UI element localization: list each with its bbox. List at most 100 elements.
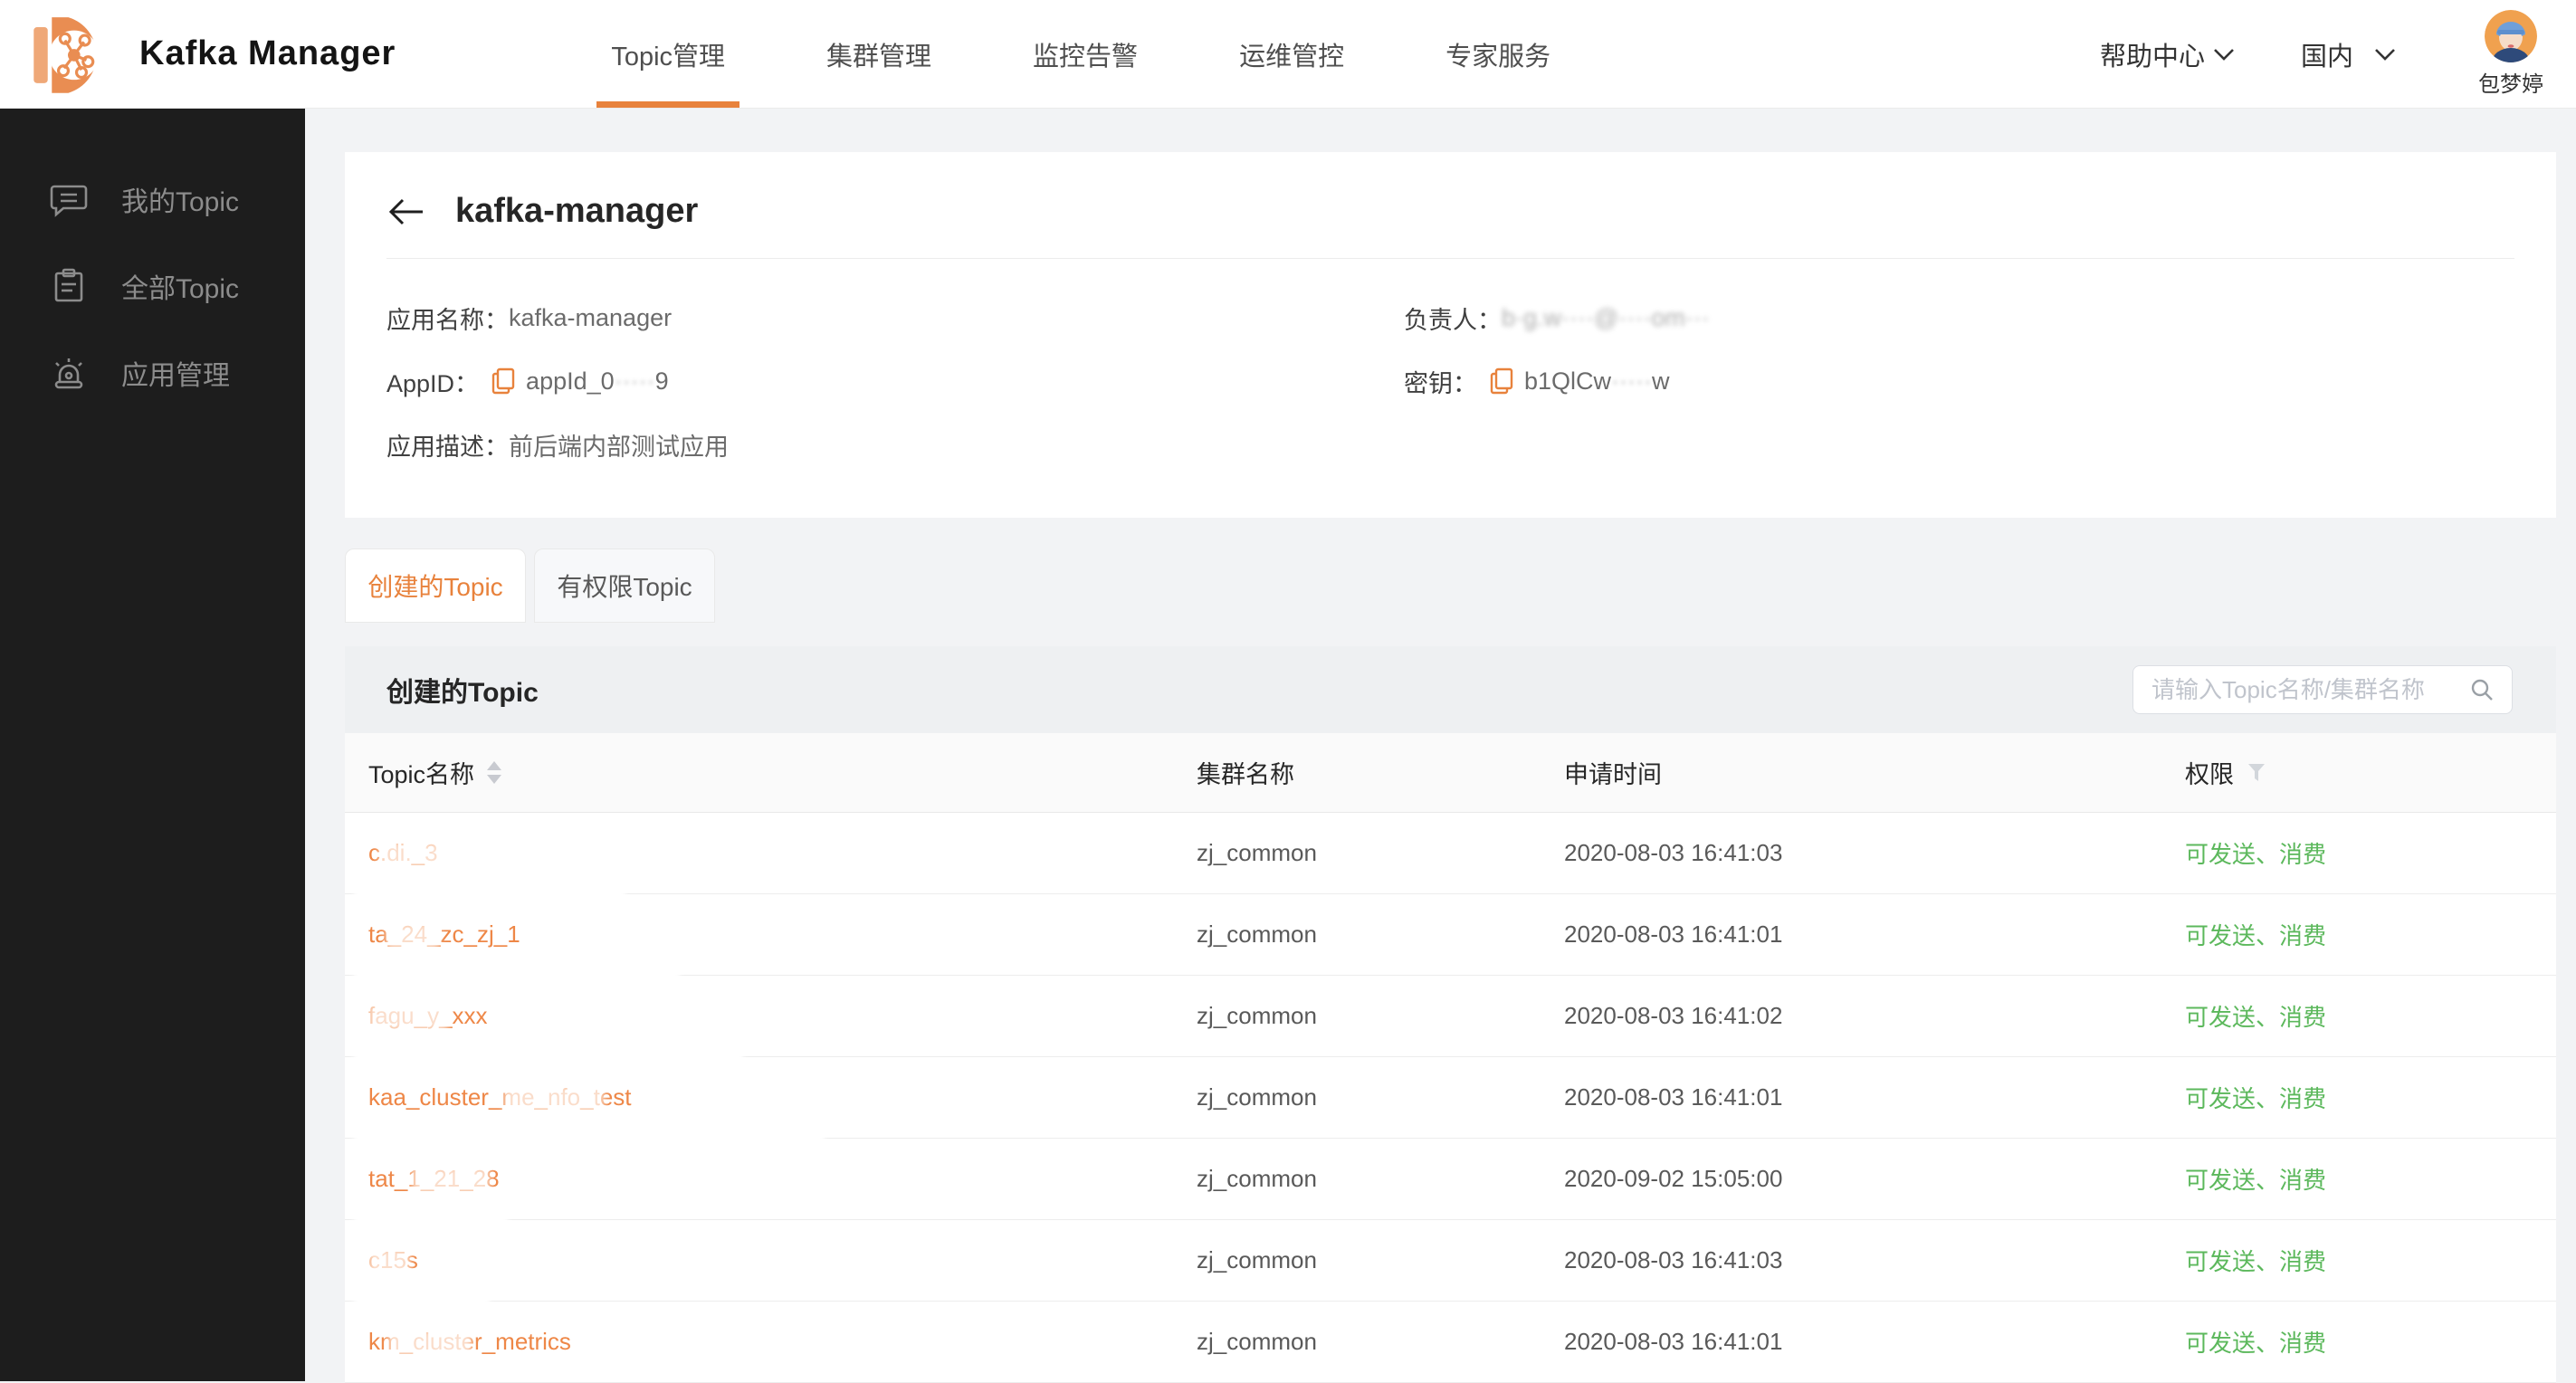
tab-authorized-topic[interactable]: 有权限Topic (534, 548, 715, 623)
permission-cell: 可发送、消费 (2185, 841, 2327, 868)
search-box (2132, 665, 2513, 714)
field-value: kafka-manager (509, 303, 673, 331)
filter-funnel-icon[interactable] (2247, 762, 2266, 784)
table-row: fagu_y_xxx zj_common 2020-08-03 16:41:02… (345, 976, 2556, 1057)
table-body: c.di._3 zj_common 2020-08-03 16:41:03 可发… (345, 813, 2556, 1383)
sort-icon[interactable] (487, 761, 502, 784)
column-permission: 权限 (2185, 755, 2556, 790)
siren-icon (54, 358, 83, 389)
secret-masked: ····· (1611, 367, 1652, 395)
sidebar-item-app-manage[interactable]: 应用管理 (0, 329, 305, 416)
cluster-cell: zj_common (1197, 1083, 1317, 1111)
cluster-cell: zj_common (1197, 1002, 1317, 1029)
top-header: Kafka Manager Topic管理 集群管理 监控告警 运维管控 专家服… (0, 0, 2576, 109)
table-row: tat_1_21_28 zj_common 2020-09-02 15:05:0… (345, 1139, 2556, 1220)
help-center-menu[interactable]: 帮助中心 (2100, 35, 2236, 73)
sidebar-item-label: 应用管理 (121, 361, 230, 391)
table-row: km_cluster_metrics zj_common 2020-08-03 … (345, 1302, 2556, 1383)
help-center-label: 帮助中心 (2099, 42, 2205, 72)
column-label: 集群名称 (1197, 761, 1294, 788)
nav-tab[interactable]: 专家服务 (1445, 0, 1550, 108)
cluster-cell: zj_common (1197, 839, 1317, 866)
topic-link[interactable]: ta_24_zc_zj_1 (368, 920, 1197, 949)
nav-tab[interactable]: 集群管理 (826, 0, 931, 108)
back-button[interactable] (386, 196, 426, 227)
cluster-cell: zj_common (1197, 1328, 1317, 1355)
sidebar-item-my-topic[interactable]: 我的Topic (0, 156, 305, 243)
table-row: kaa_cluster_me_nfo_test zj_common 2020-0… (345, 1057, 2556, 1139)
field-secret: 密钥： b1QlCw ····· w (1404, 349, 2514, 413)
column-cluster-name: 集群名称 (1197, 755, 1564, 790)
nav-tab-label: 监控告警 (1033, 42, 1139, 72)
appid-masked: ····· (614, 367, 655, 395)
chevron-down-icon (2214, 48, 2234, 61)
field-description: 应用描述： 前后端内部测试应用 (386, 413, 1404, 476)
field-label: 负责人： (1404, 306, 1502, 334)
search-input[interactable] (2151, 675, 2468, 704)
topic-link[interactable]: c15s (368, 1246, 1197, 1274)
column-label: 权限 (2185, 761, 2234, 788)
permission-cell: 可发送、消费 (2185, 1167, 2327, 1194)
cluster-cell: zj_common (1197, 1165, 1317, 1192)
sidebar-item-all-topic[interactable]: 全部Topic (0, 243, 305, 329)
field-label: 应用描述： (386, 433, 509, 461)
header-right: 帮助中心 国内 包梦婷 (2100, 10, 2543, 98)
kafka-manager-logo-icon (33, 16, 100, 93)
field-app-name: 应用名称： kafka-manager (386, 286, 1404, 349)
sidebar-item-label: 我的Topic (121, 187, 240, 217)
sidebar: 我的Topic 全部Topic 应用管理 (0, 109, 305, 1381)
main-content: kafka-manager 应用名称： kafka-manager AppID： (345, 109, 2556, 1383)
cluster-cell: zj_common (1197, 1246, 1317, 1273)
table-row: c.di._3 zj_common 2020-08-03 16:41:03 可发… (345, 813, 2556, 894)
topic-link[interactable]: tat_1_21_28 (368, 1165, 1197, 1193)
user-menu[interactable]: 包梦婷 (2478, 10, 2543, 98)
avatar (2485, 10, 2537, 62)
field-label: 应用名称： (386, 306, 509, 334)
nav-tab-label: Topic管理 (611, 42, 726, 72)
topic-tabs: 创建的Topic 有权限Topic (345, 548, 2556, 623)
clipboard-icon (54, 268, 83, 302)
copy-icon[interactable] (490, 367, 517, 396)
permission-cell: 可发送、消费 (2185, 922, 2327, 949)
appid-suffix: 9 (654, 367, 669, 395)
topic-link[interactable]: kaa_cluster_me_nfo_test (368, 1083, 1197, 1111)
field-owner: 负责人： b·g.w····@····om··· (1404, 286, 2514, 349)
copy-icon[interactable] (1488, 367, 1515, 396)
field-value-masked: b·g.w····@····om··· (1502, 303, 1710, 331)
tab-label: 有权限Topic (557, 573, 692, 601)
search-icon[interactable] (2468, 676, 2495, 703)
topic-link[interactable]: c.di._3 (368, 839, 1197, 867)
appid-prefix: appId_0 (526, 367, 615, 395)
nav-tab-label: 专家服务 (1445, 42, 1551, 72)
nav-tab[interactable]: 运维管控 (1239, 0, 1344, 108)
divider (386, 258, 2514, 259)
nav-tab[interactable]: 监控告警 (1033, 0, 1138, 108)
column-topic-name: Topic名称 (368, 755, 1197, 790)
topic-link[interactable]: fagu_y_xxx (368, 1002, 1197, 1030)
apply-time-cell: 2020-08-03 16:41:01 (1564, 1083, 1783, 1111)
user-name: 包梦婷 (2478, 72, 2543, 97)
created-topic-section: 创建的Topic Topic名称 集群名称 申请时间 (345, 646, 2556, 1383)
apply-time-cell: 2020-08-03 16:41:02 (1564, 1002, 1783, 1029)
region-select[interactable]: 国内 (2301, 35, 2397, 73)
app-info-card: kafka-manager 应用名称： kafka-manager AppID： (345, 152, 2556, 518)
table-row: ta_24_zc_zj_1 zj_common 2020-08-03 16:41… (345, 894, 2556, 976)
permission-cell: 可发送、消费 (2185, 1330, 2327, 1357)
nav-tab[interactable]: Topic管理 (596, 0, 739, 108)
column-label: 申请时间 (1564, 761, 1662, 788)
comment-icon (50, 185, 88, 217)
secret-suffix: w (1652, 367, 1670, 395)
chevron-down-icon (2375, 48, 2395, 61)
permission-cell: 可发送、消费 (2185, 1248, 2327, 1275)
cluster-cell: zj_common (1197, 920, 1317, 948)
tab-created-topic[interactable]: 创建的Topic (345, 548, 526, 623)
tab-label: 创建的Topic (367, 573, 503, 601)
main-nav: Topic管理 集群管理 监控告警 运维管控 专家服务 (596, 0, 1550, 108)
field-value: appId_0 ····· 9 (526, 367, 669, 396)
permission-cell: 可发送、消费 (2185, 1004, 2327, 1031)
column-apply-time: 申请时间 (1564, 755, 2185, 790)
apply-time-cell: 2020-08-03 16:41:03 (1564, 839, 1783, 866)
apply-time-cell: 2020-08-03 16:41:03 (1564, 1246, 1783, 1273)
topic-link[interactable]: km_cluster_metrics (368, 1328, 1197, 1356)
nav-tab-label: 集群管理 (826, 42, 932, 72)
